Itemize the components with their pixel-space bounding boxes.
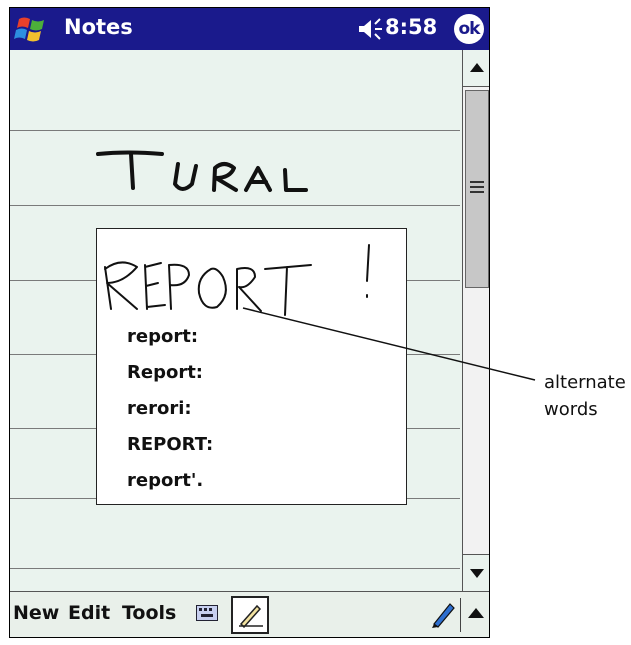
alternate-word-1[interactable]: report: bbox=[127, 326, 198, 347]
menu-new[interactable]: New bbox=[13, 602, 59, 624]
alternate-word-3[interactable]: rerori: bbox=[127, 398, 192, 419]
alternate-word-5[interactable]: report'. bbox=[127, 470, 203, 491]
scroll-up-button[interactable] bbox=[463, 50, 489, 87]
alternate-word-2[interactable]: Report: bbox=[127, 362, 203, 383]
menu-tools[interactable]: Tools bbox=[122, 602, 176, 624]
ruled-line bbox=[10, 205, 460, 206]
arrow-up-icon bbox=[470, 63, 484, 72]
alternate-words-popup: report: Report: rerori: REPORT: report'. bbox=[96, 228, 407, 505]
scroll-grip-icon bbox=[470, 181, 484, 193]
pen-toggle-button[interactable] bbox=[231, 596, 269, 634]
pen-icon bbox=[239, 604, 263, 628]
scroll-down-button[interactable] bbox=[463, 554, 489, 591]
handwriting-preview bbox=[104, 244, 370, 316]
handwriting-ink bbox=[96, 150, 308, 192]
vertical-scrollbar[interactable] bbox=[462, 50, 489, 591]
note-canvas[interactable]: report: Report: rerori: REPORT: report'. bbox=[10, 50, 460, 591]
alternate-word-4[interactable]: REPORT: bbox=[127, 434, 213, 455]
ok-button[interactable]: ok bbox=[454, 14, 484, 44]
speaker-icon[interactable] bbox=[358, 18, 384, 40]
callout-label-line1: alternate bbox=[544, 372, 626, 393]
app-title: Notes bbox=[64, 15, 133, 39]
title-bar: Notes 8:58 ok bbox=[10, 8, 489, 50]
callout-label: alternate words bbox=[544, 369, 626, 423]
ruled-line bbox=[10, 568, 460, 569]
clock[interactable]: 8:58 bbox=[385, 15, 437, 39]
keyboard-icon[interactable] bbox=[196, 605, 218, 621]
divider bbox=[460, 598, 461, 632]
input-pen-icon[interactable] bbox=[430, 600, 456, 628]
callout-label-line2: words bbox=[544, 399, 598, 420]
menu-bar: New Edit Tools bbox=[10, 591, 489, 637]
pocketpc-screen: Notes 8:58 ok report: Report: rerori: RE… bbox=[9, 7, 490, 638]
input-panel-arrow-icon[interactable] bbox=[465, 602, 487, 626]
windows-start-icon[interactable] bbox=[13, 13, 51, 45]
scroll-thumb[interactable] bbox=[465, 90, 489, 288]
arrow-down-icon bbox=[470, 569, 484, 578]
menu-edit[interactable]: Edit bbox=[68, 602, 110, 624]
